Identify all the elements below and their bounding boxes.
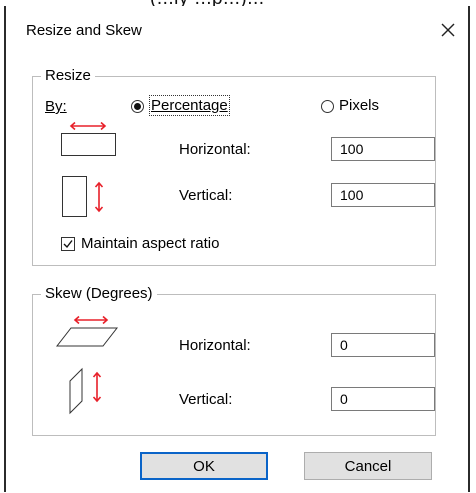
- radio-pixels-indicator[interactable]: [321, 100, 334, 113]
- maintain-aspect-label: Maintain aspect ratio: [81, 235, 220, 252]
- resize-group: Resize By: Percentage Pixels Horizontal:…: [32, 67, 436, 266]
- maintain-aspect-checkbox-box[interactable]: [61, 237, 75, 251]
- close-icon: [441, 23, 455, 37]
- ok-button[interactable]: OK: [140, 452, 268, 480]
- skew-horizontal-input[interactable]: [331, 333, 435, 357]
- skew-legend: Skew (Degrees): [41, 285, 157, 302]
- dialog-title: Resize and Skew: [26, 22, 142, 39]
- skew-vertical-input[interactable]: [331, 387, 435, 411]
- resize-horizontal-label: Horizontal:: [179, 141, 251, 158]
- resize-horizontal-icon: [61, 121, 116, 156]
- resize-vertical-icon: [62, 176, 104, 217]
- radio-percentage-label: Percentage: [149, 95, 230, 116]
- radio-percentage-indicator[interactable]: [131, 100, 144, 113]
- resize-horizontal-input[interactable]: [331, 137, 435, 161]
- resize-vertical-input[interactable]: [331, 183, 435, 207]
- skew-vertical-icon: [69, 367, 102, 415]
- skew-group: Skew (Degrees) Horizontal: Vertical:: [32, 285, 436, 436]
- radio-pixels-label: Pixels: [339, 97, 380, 114]
- resize-vertical-label: Vertical:: [179, 187, 233, 204]
- resize-legend: Resize: [41, 67, 95, 84]
- close-button[interactable]: [434, 16, 462, 44]
- resize-skew-dialog: Resize and Skew Resize By: Percentage Pi…: [4, 6, 470, 492]
- by-label: By:: [45, 98, 67, 115]
- skew-horizontal-label: Horizontal:: [179, 337, 251, 354]
- checkmark-icon: [63, 240, 73, 249]
- skew-vertical-label: Vertical:: [179, 391, 233, 408]
- skew-horizontal-icon: [55, 315, 119, 347]
- title-bar[interactable]: Resize and Skew: [6, 6, 468, 50]
- cancel-button[interactable]: Cancel: [304, 452, 432, 480]
